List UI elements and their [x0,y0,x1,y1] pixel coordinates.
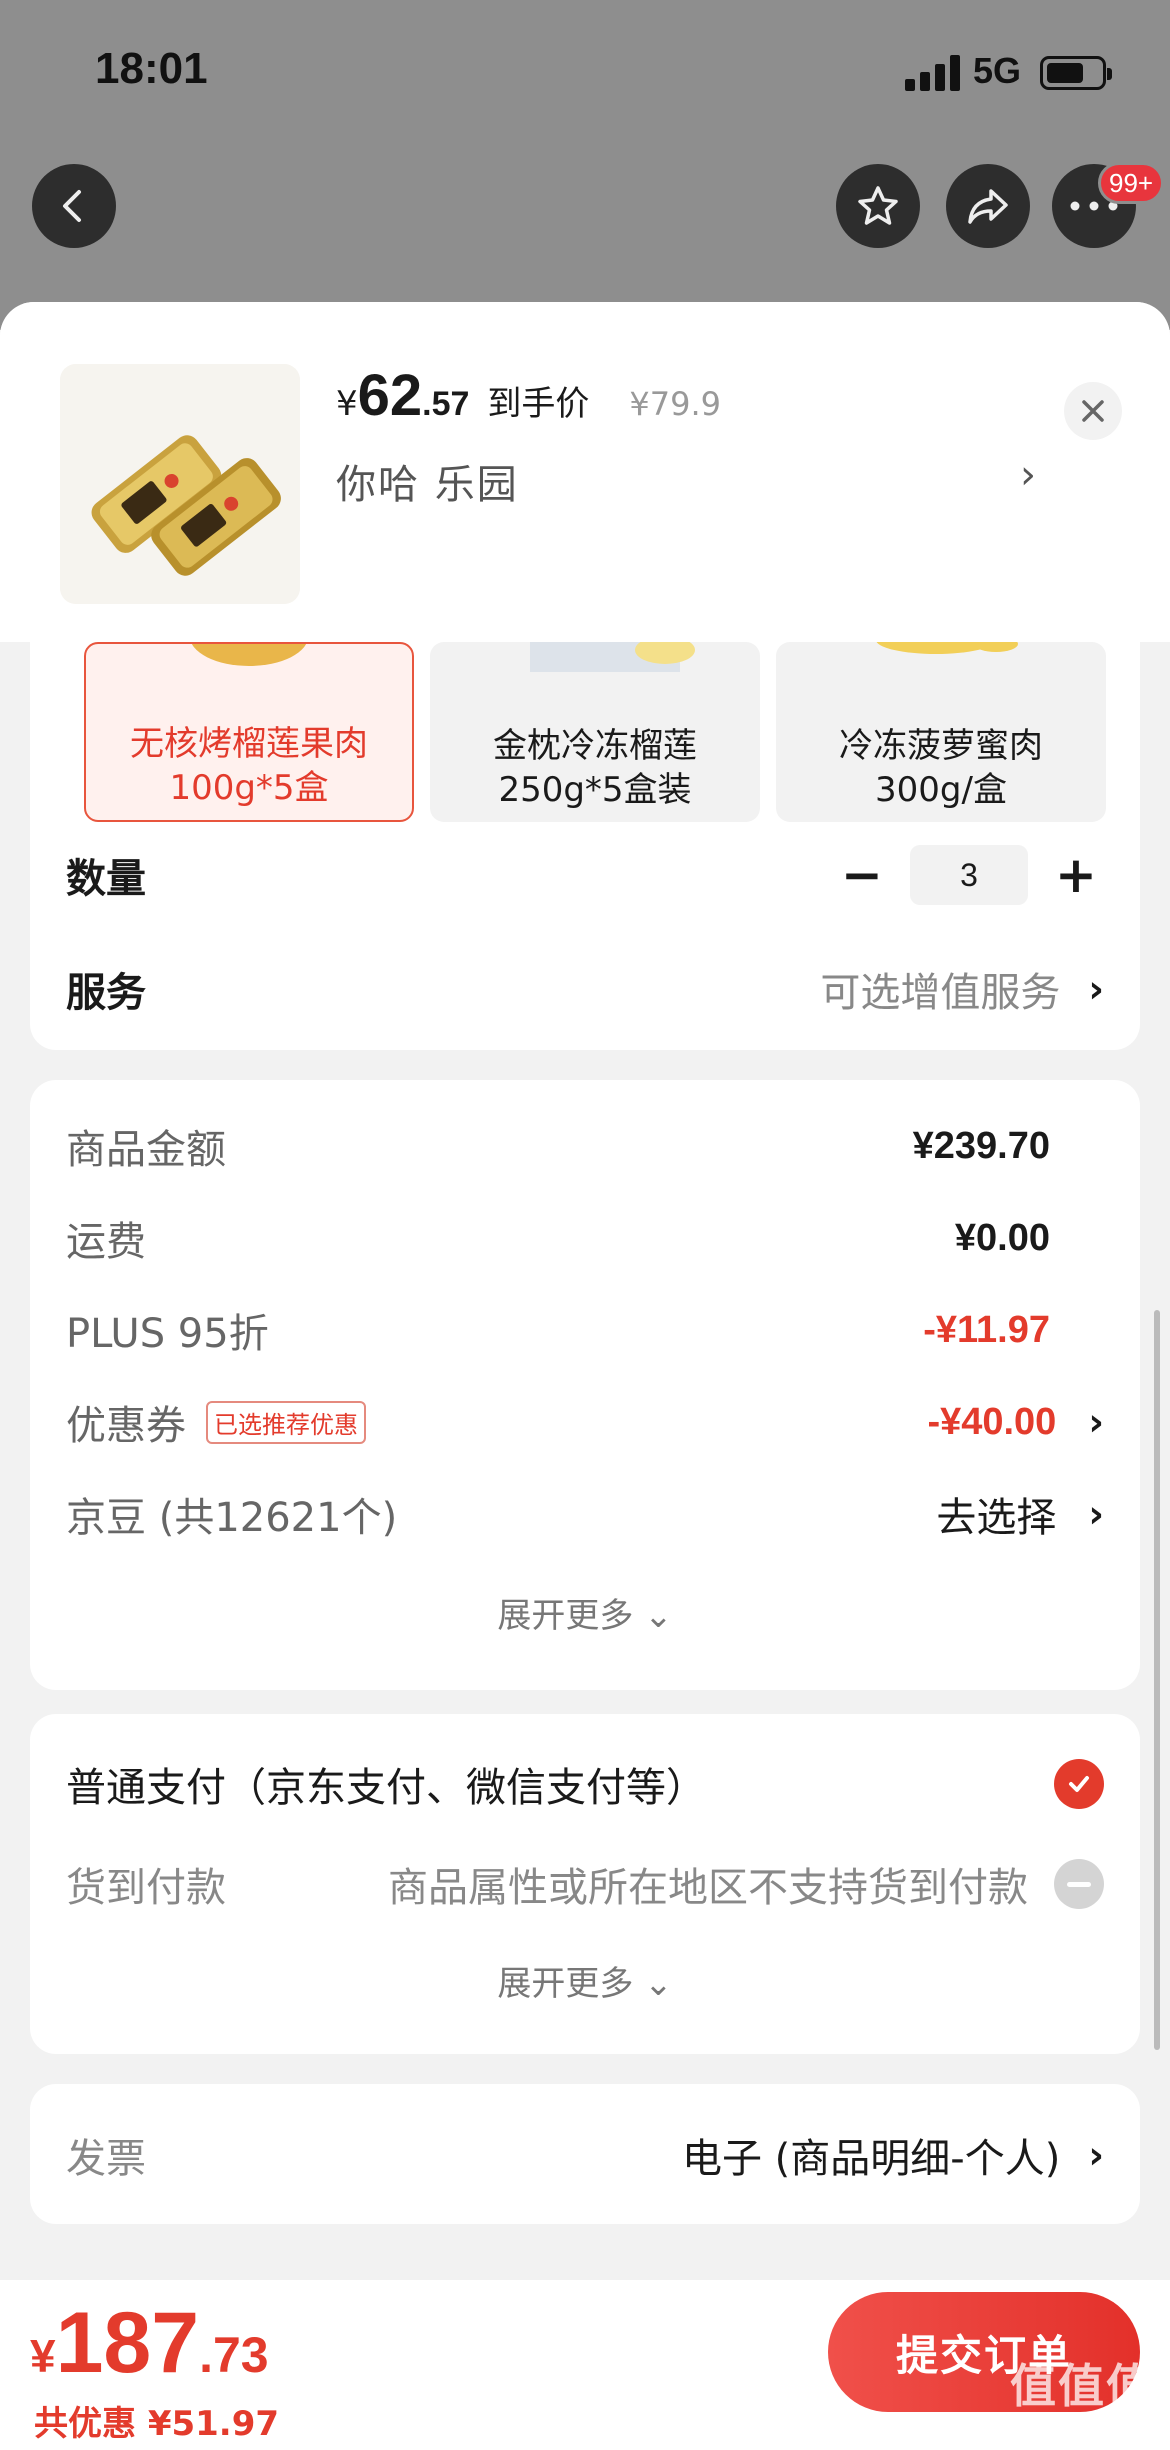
chevron-right-icon[interactable]: › [1020,452,1036,498]
status-time: 18:01 [95,44,208,93]
chevron-right-icon: › [1088,967,1104,1011]
jingdou-row[interactable]: 京豆 (共12621个) 去选择 › [66,1484,1104,1544]
back-arrow-icon [63,190,81,222]
share-button[interactable] [946,164,1030,248]
payment-option-normal[interactable]: 普通支付（京东支付、微信支付等） [66,1754,1104,1814]
payment-cod-label: 货到付款 [66,1865,226,1911]
payment-card: 普通支付（京东支付、微信支付等） 货到付款 商品属性或所在地区不支持货到付款 展… [30,1714,1140,2054]
status-bar: 18:01 5G [0,0,1170,150]
chevron-right-icon: › [1088,2133,1104,2177]
product-thumbnail[interactable] [60,364,300,604]
shipping-row: 运费 ¥0.00 [66,1208,1104,1268]
invoice-card[interactable]: 发票 电子 (商品明细-个人) › [30,2084,1140,2224]
close-button[interactable] [1064,382,1122,440]
star-icon [858,186,898,225]
scrollbar[interactable] [1154,1310,1160,2050]
variant-label: 无核烤榴莲果肉 100g*5盒 [130,724,368,808]
chevron-right-icon: › [1088,1492,1104,1536]
variant-option-1[interactable]: 无核烤榴莲果肉 100g*5盒 [84,642,414,822]
favorite-button[interactable] [836,164,920,248]
variant-label: 冷冻菠萝蜜肉 300g/盒 [839,726,1043,810]
service-row[interactable]: 服务 可选增值服务 › [66,954,1104,1024]
watermark-url: zhizhizhi.com [1018,2415,1121,2434]
jingdou-value: 去选择 [936,1495,1057,1541]
battery-icon [1040,56,1112,90]
variant-image [876,642,1018,654]
variant-option-3[interactable]: 冷冻菠萝蜜肉 300g/盒 [776,642,1106,822]
quantity-stepper: − 3 + [834,845,1104,905]
goods-amount-row: 商品金额 ¥239.70 [66,1116,1104,1176]
jingdou-label: 京豆 (共12621个) [66,1495,398,1541]
selected-variant-name[interactable]: 你哈 乐园 [336,452,519,510]
service-label: 服务 [66,970,146,1016]
price-integer: 62 [357,363,423,428]
total-price: ¥ 187 .73 [30,2295,269,2391]
plus-discount-label: PLUS 95折 [66,1311,269,1357]
service-value: 可选增值服务 [820,970,1061,1016]
variant-image [191,644,307,666]
quantity-input[interactable]: 3 [910,845,1028,905]
coupon-tag: 已选推荐优惠 [206,1400,366,1444]
variant-option-2[interactable]: 金枕冷冻榴莲 250g*5盒装 [430,642,760,822]
plus-discount-row: PLUS 95折 -¥11.97 [66,1300,1104,1360]
checkout-footer: ¥ 187 .73 共优惠 ¥51.97 提交订单 [0,2280,1170,2450]
payment-cod-note: 商品属性或所在地区不支持货到付款 [388,1865,1028,1911]
disabled-icon [1054,1859,1104,1909]
payment-normal-label: 普通支付（京东支付、微信支付等） [66,1765,706,1811]
watermark-logo: 值值值 [1010,2359,1154,2413]
back-button[interactable] [32,164,116,248]
quantity-row: 数量 − 3 + [66,840,1104,910]
coupon-label: 优惠券 [66,1403,186,1449]
invoice-row[interactable]: 发票 电子 (商品明细-个人) › [66,2120,1104,2190]
variant-label: 金枕冷冻榴莲 250g*5盒装 [493,726,697,810]
check-icon [1054,1759,1104,1809]
amount-card: 商品金额 ¥239.70 运费 ¥0.00 PLUS 95折 -¥11.97 优… [30,1080,1140,1690]
quantity-minus-button[interactable]: − [834,846,890,904]
price-decimal: .57 [422,385,470,423]
product-header: ¥ 62 .57 到手价 ¥79.9 你哈 乐园 › [0,302,1170,642]
close-icon [1082,400,1104,422]
quantity-plus-button[interactable]: + [1048,846,1104,904]
price-line: ¥ 62 .57 到手价 ¥79.9 [336,362,721,429]
invoice-label: 发票 [66,2136,146,2182]
expand-more-button[interactable]: 展开更多 ⌄ [30,1588,1140,1637]
original-price: ¥79.9 [629,385,722,423]
total-saved: 共优惠 ¥51.97 [34,2404,280,2444]
share-icon [968,189,1008,224]
shipping-label: 运费 [66,1219,146,1265]
notification-badge: 99+ [1098,162,1165,204]
plus-discount-value: -¥11.97 [923,1308,1050,1351]
product-image [60,364,300,604]
price-label: 到手价 [487,384,590,424]
chevron-right-icon: › [1088,1400,1104,1444]
coupon-value: -¥40.00 [927,1400,1057,1443]
payment-option-cod: 货到付款 商品属性或所在地区不支持货到付款 [66,1854,1104,1914]
order-sheet: ¥ 62 .57 到手价 ¥79.9 你哈 乐园 › 无核烤榴莲果肉 100g*5… [0,302,1170,2450]
payment-expand-button[interactable]: 展开更多 ⌄ [30,1956,1140,2005]
invoice-value: 电子 (商品明细-个人) [681,2136,1061,2182]
goods-amount-value: ¥239.70 [912,1124,1050,1167]
signal-icon [905,55,961,91]
coupon-row[interactable]: 优惠券 已选推荐优惠 -¥40.00 › [66,1392,1104,1452]
quantity-label: 数量 [66,856,146,902]
shipping-value: ¥0.00 [954,1216,1050,1259]
network-type: 5G [973,50,1022,91]
price-currency: ¥ [336,384,358,424]
goods-amount-label: 商品金额 [66,1127,226,1173]
variant-image [530,642,695,672]
